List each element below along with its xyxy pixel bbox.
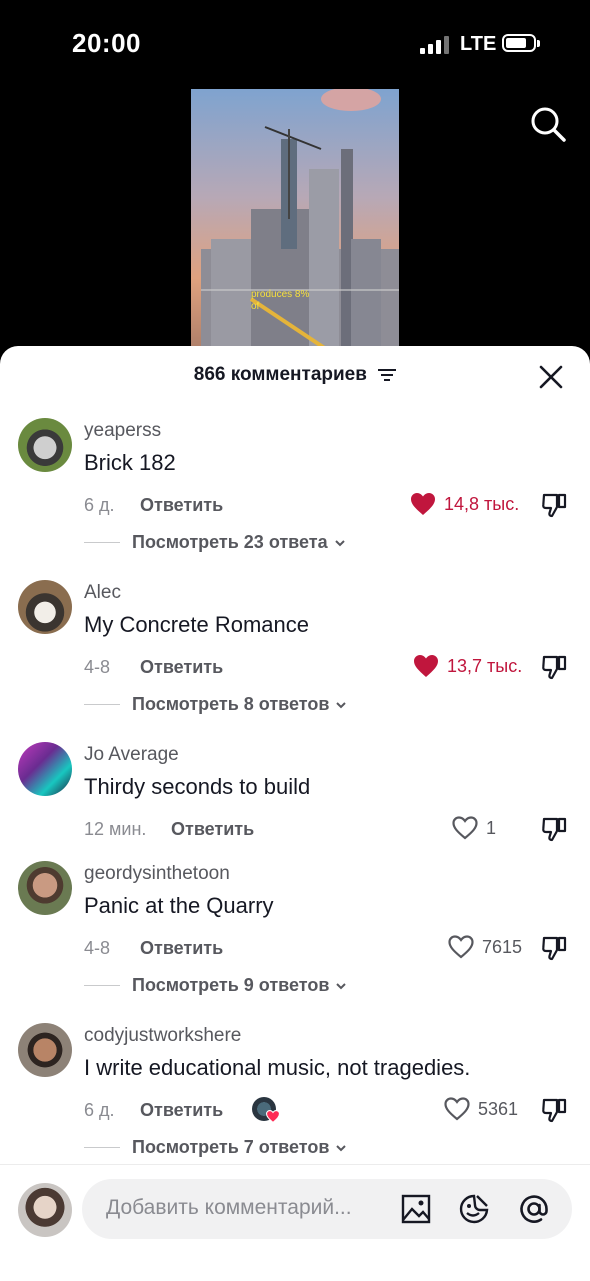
comment-input[interactable]: Добавить комментарий...: [82, 1179, 572, 1239]
avatar[interactable]: [18, 418, 72, 472]
like-button[interactable]: 13,7 тыс.: [413, 654, 522, 678]
heart-icon: [414, 655, 438, 677]
like-count: 14,8 тыс.: [444, 493, 520, 514]
view-replies-button[interactable]: Посмотреть 8 ответов: [84, 694, 347, 715]
comment-age: 4-8: [84, 657, 111, 677]
reply-button[interactable]: Ответить: [140, 1100, 223, 1121]
comment-text: Brick 182: [84, 450, 176, 475]
dislike-icon[interactable]: [540, 1096, 568, 1124]
comment-username[interactable]: Jo Average: [84, 744, 179, 766]
video-caption: produces 8% of: [251, 289, 310, 312]
avatar[interactable]: [18, 742, 72, 796]
view-replies-button[interactable]: Посмотреть 23 ответа: [84, 532, 346, 553]
signal-icon: [420, 34, 450, 54]
image-icon[interactable]: [400, 1193, 432, 1225]
reply-button[interactable]: Ответить: [140, 495, 223, 516]
chevron-down-icon: [336, 701, 347, 708]
view-replies-button[interactable]: Посмотреть 9 ответов: [84, 975, 347, 996]
like-count: 5361: [478, 1098, 519, 1119]
video-preview[interactable]: produces 8% of: [191, 89, 399, 359]
comment-age: 12 мин.: [84, 819, 147, 839]
heart-icon: [444, 1097, 470, 1121]
factory-image: [201, 89, 399, 359]
comment-age: 6 д.: [84, 1100, 115, 1120]
battery-icon: [502, 34, 540, 52]
comment-age: 4-8: [84, 938, 111, 958]
heart-icon: [452, 816, 478, 840]
like-count: 13,7 тыс.: [447, 655, 523, 676]
avatar[interactable]: [18, 1023, 72, 1077]
comment-text: My Concrete Romance: [84, 612, 309, 637]
like-count: 7615: [482, 936, 523, 957]
heart-icon: [266, 1110, 280, 1123]
comment-username[interactable]: codyjustworkshere: [84, 1025, 241, 1047]
dislike-icon[interactable]: [540, 653, 568, 681]
like-button[interactable]: 7615: [448, 935, 522, 959]
chevron-down-icon: [336, 982, 347, 989]
avatar[interactable]: [18, 861, 72, 915]
network-label: LTE: [460, 33, 497, 55]
search-icon[interactable]: [528, 104, 568, 144]
close-icon[interactable]: [538, 364, 564, 390]
comment-text: Panic at the Quarry: [84, 893, 274, 918]
chevron-down-icon: [334, 539, 345, 546]
emoji-icon[interactable]: [458, 1193, 490, 1225]
dislike-icon[interactable]: [540, 815, 568, 843]
filter-icon[interactable]: [378, 366, 397, 381]
comment-age: 6 д.: [84, 495, 115, 515]
mention-icon[interactable]: [518, 1193, 550, 1225]
comment-input-placeholder: Добавить комментарий...: [106, 1196, 352, 1219]
comment-username[interactable]: yeaperss: [84, 420, 161, 442]
like-button[interactable]: 1: [452, 816, 496, 840]
avatar: [18, 1183, 72, 1237]
avatar[interactable]: [18, 580, 72, 634]
reply-button[interactable]: Ответить: [140, 938, 223, 959]
reply-button[interactable]: Ответить: [140, 657, 223, 678]
heart-icon: [411, 493, 435, 515]
comment-text: Thirdy seconds to build: [84, 774, 311, 799]
like-button[interactable]: 14,8 тыс.: [410, 492, 519, 516]
dislike-icon[interactable]: [540, 934, 568, 962]
chevron-down-icon: [336, 1144, 347, 1151]
comment-input-bar: Добавить комментарий...: [0, 1164, 590, 1281]
like-button[interactable]: 5361: [444, 1097, 518, 1121]
dislike-icon[interactable]: [540, 491, 568, 519]
status-time: 20:00: [72, 28, 141, 58]
view-replies-button[interactable]: Посмотреть 7 ответов: [84, 1137, 347, 1158]
like-count: 1: [486, 817, 497, 838]
heart-icon: [448, 935, 474, 959]
comment-username[interactable]: geordysinthetoon: [84, 863, 230, 885]
creator-liked-badge: [252, 1097, 280, 1125]
reply-button[interactable]: Ответить: [171, 819, 254, 840]
comment-username[interactable]: Alec: [84, 582, 121, 604]
status-bar: 20:00 LTE: [0, 0, 590, 88]
comments-count-title: 866 комментариев: [0, 364, 590, 386]
comment-text: I write educational music, not tragedies…: [84, 1055, 471, 1080]
comments-sheet: 866 комментариев yeaperss Brick 182 6 д.…: [0, 346, 590, 1280]
